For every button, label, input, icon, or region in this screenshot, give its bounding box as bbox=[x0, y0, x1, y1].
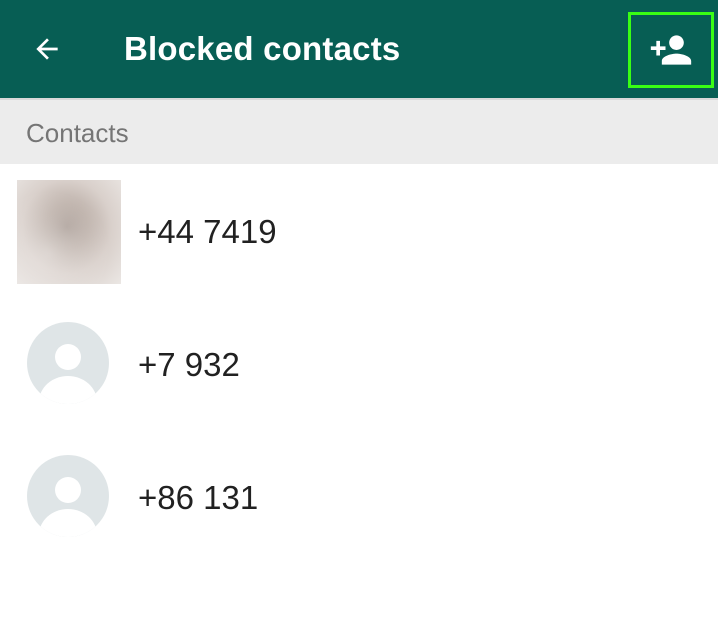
default-person-icon bbox=[27, 322, 109, 404]
section-label: Contacts bbox=[26, 118, 129, 148]
contact-row[interactable]: +7 932 bbox=[0, 298, 718, 431]
contact-row[interactable]: +86 131 bbox=[0, 431, 718, 564]
app-bar: Blocked contacts bbox=[0, 0, 718, 98]
contact-row[interactable]: +44 7419 bbox=[0, 164, 718, 297]
back-button[interactable] bbox=[18, 20, 76, 78]
default-person-icon bbox=[27, 455, 109, 537]
contact-number: +7 932 bbox=[138, 346, 240, 383]
section-header: Contacts bbox=[0, 98, 718, 164]
contact-photo bbox=[17, 180, 121, 284]
contact-number: +44 7419 bbox=[138, 213, 277, 250]
contact-number: +86 131 bbox=[138, 479, 259, 516]
arrow-left-icon bbox=[36, 38, 58, 60]
add-blocked-contact-button[interactable] bbox=[628, 12, 714, 88]
page-title: Blocked contacts bbox=[124, 30, 401, 67]
person-add-icon bbox=[650, 35, 692, 65]
